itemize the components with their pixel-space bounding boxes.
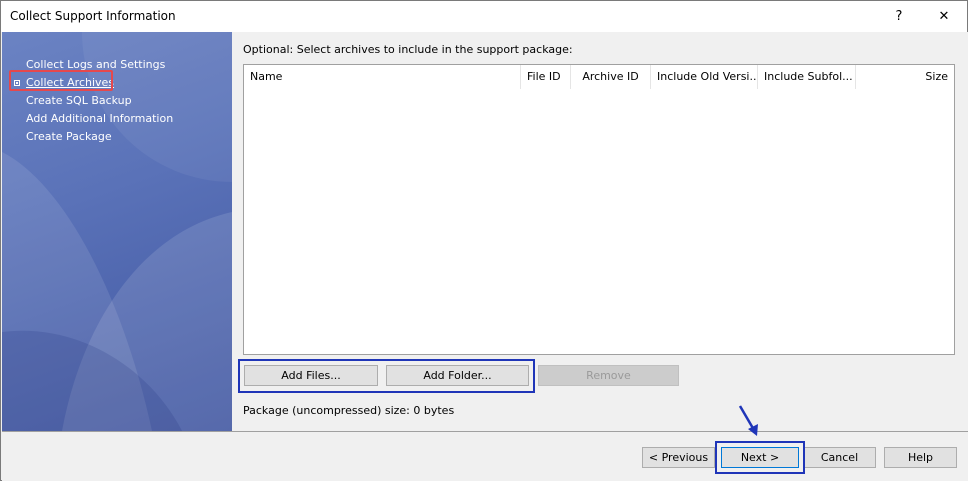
title-bar: Collect Support Information ? ✕ [1, 1, 967, 32]
column-header-size[interactable]: Size [856, 65, 954, 89]
active-step-highlight [9, 70, 113, 91]
archives-table[interactable]: Name File ID Archive ID Include Old Vers… [243, 64, 955, 355]
column-header-include-old-versions[interactable]: Include Old Versi... [651, 65, 758, 89]
next-button-highlight [715, 441, 805, 474]
pointer-arrow-icon [738, 405, 758, 436]
step-label: Create SQL Backup [26, 94, 132, 107]
column-header-file-id[interactable]: File ID [521, 65, 571, 89]
dialog-window: Collect Support Information ? ✕ Collect … [0, 0, 968, 481]
column-header-include-subfolders[interactable]: Include Subfol... [758, 65, 856, 89]
close-icon[interactable]: ✕ [921, 1, 967, 32]
previous-button[interactable]: < Previous [642, 447, 715, 468]
package-size-text: Package (uncompressed) size: 0 bytes [243, 404, 455, 417]
step-label: Add Additional Information [26, 112, 174, 125]
instruction-text: Optional: Select archives to include in … [243, 43, 573, 56]
remove-button[interactable]: Remove [538, 365, 679, 386]
column-header-archive-id[interactable]: Archive ID [571, 65, 651, 89]
column-header-name[interactable]: Name [244, 65, 521, 89]
step-create-sql-backup[interactable]: Create SQL Backup [2, 92, 232, 110]
help-button[interactable]: Help [884, 447, 957, 468]
wizard-footer: < Previous Next > Cancel Help [2, 431, 968, 481]
cancel-button[interactable]: Cancel [803, 447, 876, 468]
step-create-package[interactable]: Create Package [2, 128, 232, 146]
main-content: Optional: Select archives to include in … [232, 32, 968, 431]
table-header: Name File ID Archive ID Include Old Vers… [244, 65, 954, 89]
window-title: Collect Support Information [10, 9, 176, 23]
wizard-sidebar: Collect Logs and Settings Collect Archiv… [2, 32, 232, 431]
step-label: Create Package [26, 130, 112, 143]
step-add-additional-info[interactable]: Add Additional Information [2, 110, 232, 128]
add-buttons-highlight [238, 359, 535, 393]
help-icon[interactable]: ? [876, 1, 922, 32]
